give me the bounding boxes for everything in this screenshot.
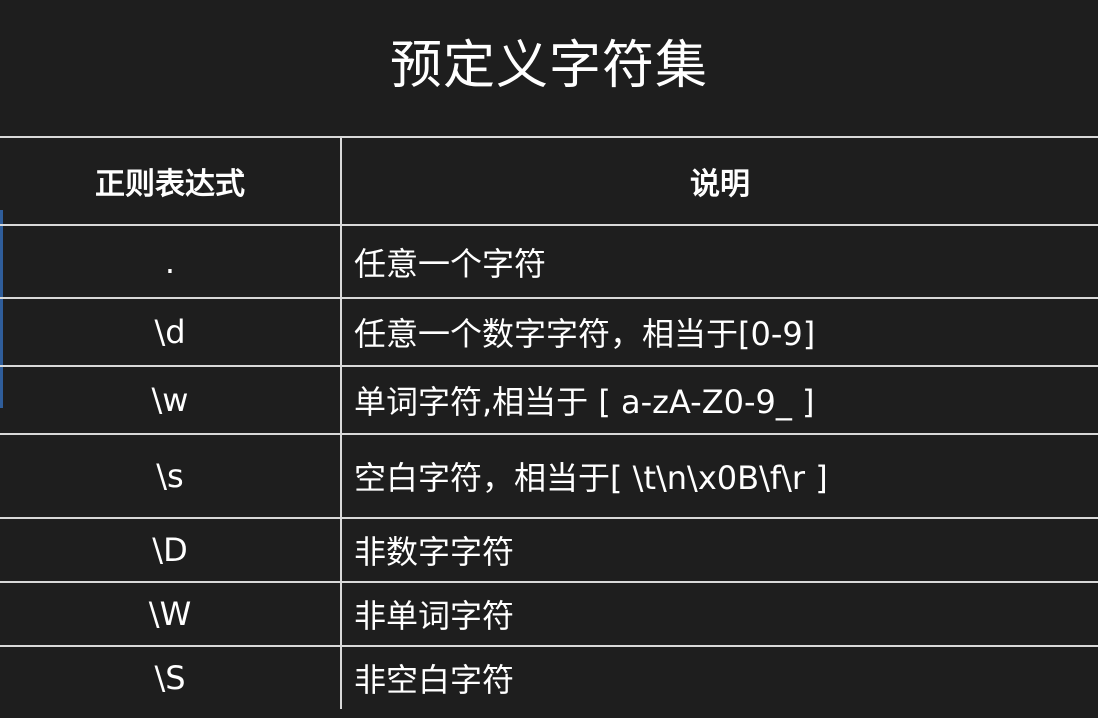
page-title: 预定义字符集 — [389, 35, 708, 96]
regex-cell: \S — [154, 659, 186, 697]
table-row: \s 空白字符，相当于[ \t\n\x0B\f\r ] — [0, 434, 1098, 519]
regex-cell: \d — [0, 298, 341, 367]
regex-cell: . — [0, 225, 341, 299]
predefined-charset-table: 正则表达式 说明 . 任意一个字符 \d 任意一个数字字符，相当于[0-9] \… — [0, 136, 1098, 709]
description-cell: 单词字符,相当于 [ a-zA-Z0-9_ ] — [340, 366, 1098, 435]
table-row: \d 任意一个数字字符，相当于[0-9] — [0, 298, 1098, 367]
table-row: \D 非数字字符 — [0, 518, 1098, 583]
table-header-row: 正则表达式 说明 — [0, 136, 1098, 226]
regex-cell: \W — [0, 582, 341, 647]
description-cell: 任意一个字符 — [340, 225, 1098, 299]
header-regex: 正则表达式 — [0, 136, 341, 226]
description-cell: 任意一个数字字符，相当于[0-9] — [340, 298, 1098, 367]
description-cell: 空白字符，相当于[ \t\n\x0B\f\r ] — [340, 434, 1098, 519]
regex-cell: \w — [0, 366, 341, 435]
description-cell: 非空白字符 — [340, 646, 1098, 709]
table-row: \w 单词字符,相当于 [ a-zA-Z0-9_ ] — [0, 366, 1098, 435]
description-cell: 非单词字符 — [340, 582, 1098, 647]
header-description: 说明 — [340, 136, 1098, 226]
regex-cell: \s — [0, 434, 341, 519]
table-row: . 任意一个字符 — [0, 225, 1098, 299]
table-row: \S 非空白字符 — [0, 646, 1098, 709]
description-cell: 非数字字符 — [340, 518, 1098, 583]
regex-cell: \D — [0, 518, 341, 583]
table-row: \W 非单词字符 — [0, 582, 1098, 647]
